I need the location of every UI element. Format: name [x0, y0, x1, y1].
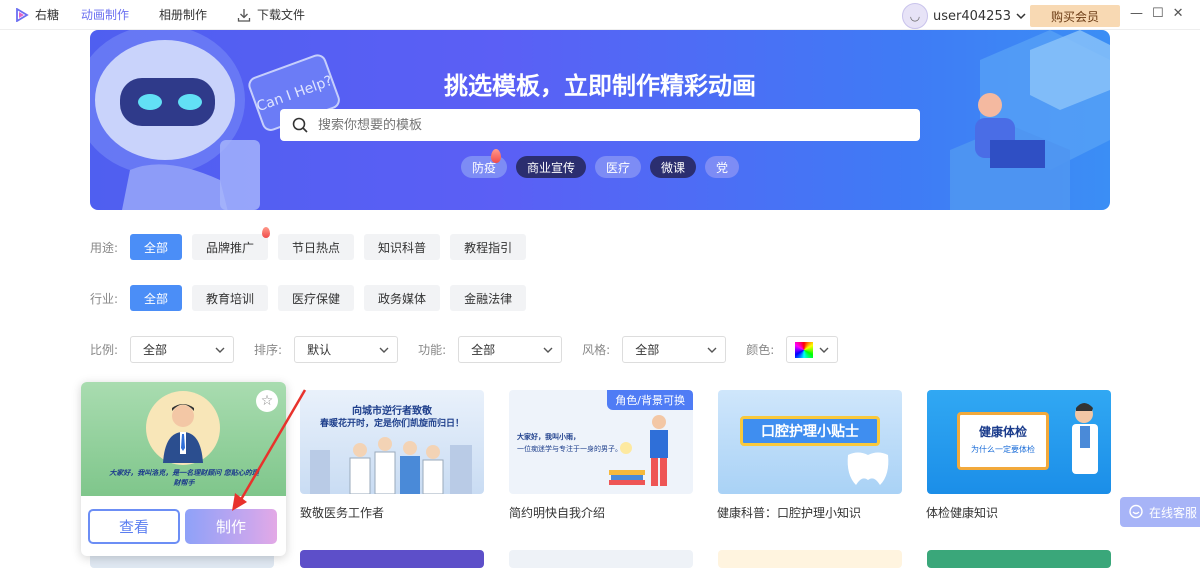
ratio-value: 全部 [143, 343, 168, 357]
sort-label: 排序: [254, 343, 283, 357]
template-thumb-text: 为什么一定要体检 [971, 445, 1035, 454]
template-thumb-text: 大家好，我叫小雨， [517, 433, 580, 441]
chat-icon [1129, 504, 1143, 519]
search-input[interactable] [318, 117, 898, 133]
nav-download[interactable]: 下载文件 [237, 6, 305, 23]
template-card-partial[interactable] [927, 550, 1111, 568]
function-value: 全部 [471, 343, 496, 357]
template-card-partial[interactable] [718, 550, 902, 568]
template-card-oral[interactable]: 口腔护理小贴士 [718, 390, 902, 494]
template-card-partial[interactable] [509, 550, 693, 568]
download-icon [237, 8, 251, 22]
industry-filter: 行业: 全部 教育培训 医疗保健 政务媒体 金融法律 [90, 285, 527, 311]
hot-tag-party[interactable]: 党 [705, 156, 740, 178]
ratio-label: 比例: [90, 343, 119, 357]
sort-value: 默认 [307, 343, 332, 357]
user-menu[interactable]: ◡ user404253 [902, 3, 1026, 29]
template-title[interactable]: 体检健康知识 [926, 504, 998, 521]
style-value: 全部 [635, 343, 660, 357]
search-icon [292, 117, 308, 133]
avatar: ◡ [902, 3, 928, 29]
function-label: 功能: [418, 343, 447, 357]
template-badge: 角色/背景可换 [607, 390, 693, 410]
industry-all[interactable]: 全部 [130, 285, 183, 311]
username: user404253 [933, 8, 1011, 24]
usage-all[interactable]: 全部 [130, 234, 183, 260]
function-select[interactable]: 全部 [458, 336, 563, 363]
advisor-illustration [146, 391, 220, 465]
ratio-select[interactable]: 全部 [130, 336, 235, 363]
template-card-medical[interactable]: 向城市逆行者致敬 春暖花开时，定是你们凯旋而归日！ [300, 390, 484, 494]
banner-title: 挑选模板，立即制作精彩动画 [444, 72, 756, 100]
industry-healthcare[interactable]: 医疗保健 [278, 285, 355, 311]
hot-tag-microclass[interactable]: 微课 [650, 156, 697, 178]
usage-holiday[interactable]: 节日热点 [278, 234, 355, 260]
template-title[interactable]: 健康科普：口腔护理小知识 [717, 504, 861, 521]
hero-banner: Can I Help? 挑选模板，立即制作精彩动画 防疫 商业宣传 医疗 微课 … [90, 30, 1110, 210]
teeth-illustration [847, 452, 889, 485]
industry-label: 行业: [90, 291, 119, 306]
usage-brand[interactable]: 品牌推广 [192, 227, 271, 260]
doctor-illustration [1072, 403, 1098, 474]
view-button[interactable]: 查看 [88, 509, 180, 544]
template-thumb-text: 健康体检 [978, 425, 1027, 439]
chevron-down-icon [215, 347, 225, 353]
usage-brand-label: 品牌推广 [206, 240, 255, 255]
app-logo[interactable]: 右糖 [15, 6, 59, 23]
hot-tag-medical[interactable]: 医疗 [594, 156, 641, 178]
template-thumb-text: 春暖花开时，定是你们凯旋而归日！ [319, 419, 464, 429]
usage-science[interactable]: 知识科普 [364, 234, 441, 260]
chevron-down-icon [1016, 13, 1026, 20]
select-filters: 比例: 全部 排序: 默认 功能: 全部 风格: 全部 颜色: [90, 336, 839, 363]
annotation-arrow [232, 389, 307, 511]
minimize-icon[interactable]: — [1130, 6, 1143, 21]
maximize-icon[interactable]: ☐ [1152, 6, 1164, 21]
template-title[interactable]: 简约明快自我介绍 [509, 504, 605, 521]
hot-flame-icon [262, 227, 271, 238]
chevron-down-icon [707, 347, 717, 353]
nav-album[interactable]: 相册制作 [159, 6, 207, 23]
hot-tag-business[interactable]: 商业宣传 [515, 156, 586, 178]
oral-sign: 口腔护理小贴士 [740, 416, 880, 446]
usage-label: 用途: [90, 240, 119, 255]
color-swatch [795, 341, 814, 358]
nav-animation[interactable]: 动画制作 [81, 6, 129, 23]
checkup-board: 健康体检 为什么一定要体检 [957, 412, 1049, 470]
chevron-down-icon [379, 347, 389, 353]
chevron-down-icon [543, 347, 553, 353]
industry-government[interactable]: 政务媒体 [364, 285, 441, 311]
man-illustration [609, 415, 668, 486]
industry-finance[interactable]: 金融法律 [450, 285, 527, 311]
template-card-checkup[interactable]: 健康体检 为什么一定要体检 [927, 390, 1111, 494]
cubes-illustration [950, 30, 1110, 210]
style-select[interactable]: 全部 [622, 336, 727, 363]
color-label: 颜色: [746, 343, 775, 357]
online-service-button[interactable]: 在线客服 [1120, 497, 1200, 527]
hot-tags: 防疫 商业宣传 医疗 微课 党 [90, 156, 1110, 178]
online-service-label: 在线客服 [1149, 505, 1198, 520]
template-thumb-text: 口腔护理小贴士 [761, 424, 859, 440]
search-box[interactable] [280, 109, 920, 141]
usage-filter: 用途: 全部 品牌推广 节日热点 知识科普 教程指引 [90, 227, 527, 260]
close-icon[interactable]: ✕ [1173, 6, 1184, 21]
template-thumb-text: 向城市逆行者致敬 [352, 406, 432, 417]
style-label: 风格: [582, 343, 611, 357]
nav-download-label: 下载文件 [257, 8, 306, 22]
app-name: 右糖 [35, 8, 60, 22]
title-bar: 右糖 动画制作 相册制作 下载文件 ◡ user404253 购买会员 — ☐ … [0, 0, 1200, 30]
template-card-partial[interactable] [300, 550, 484, 568]
industry-education[interactable]: 教育培训 [192, 285, 269, 311]
window-controls: — ☐ ✕ [1130, 6, 1184, 21]
doctors-illustration [310, 437, 472, 494]
play-logo-icon [16, 7, 29, 22]
buy-vip-button[interactable]: 购买会员 [1030, 5, 1120, 27]
hot-flame-icon [491, 149, 501, 163]
sort-select[interactable]: 默认 [294, 336, 399, 363]
main-nav: 动画制作 相册制作 下载文件 [81, 6, 305, 23]
usage-tutorial[interactable]: 教程指引 [450, 234, 527, 260]
color-select[interactable] [786, 336, 839, 363]
chevron-down-icon [819, 347, 829, 353]
template-card-intro[interactable]: 角色/背景可换 大家好，我叫小雨， 一位痴迷学与专注于一身的男子。 [509, 390, 693, 494]
